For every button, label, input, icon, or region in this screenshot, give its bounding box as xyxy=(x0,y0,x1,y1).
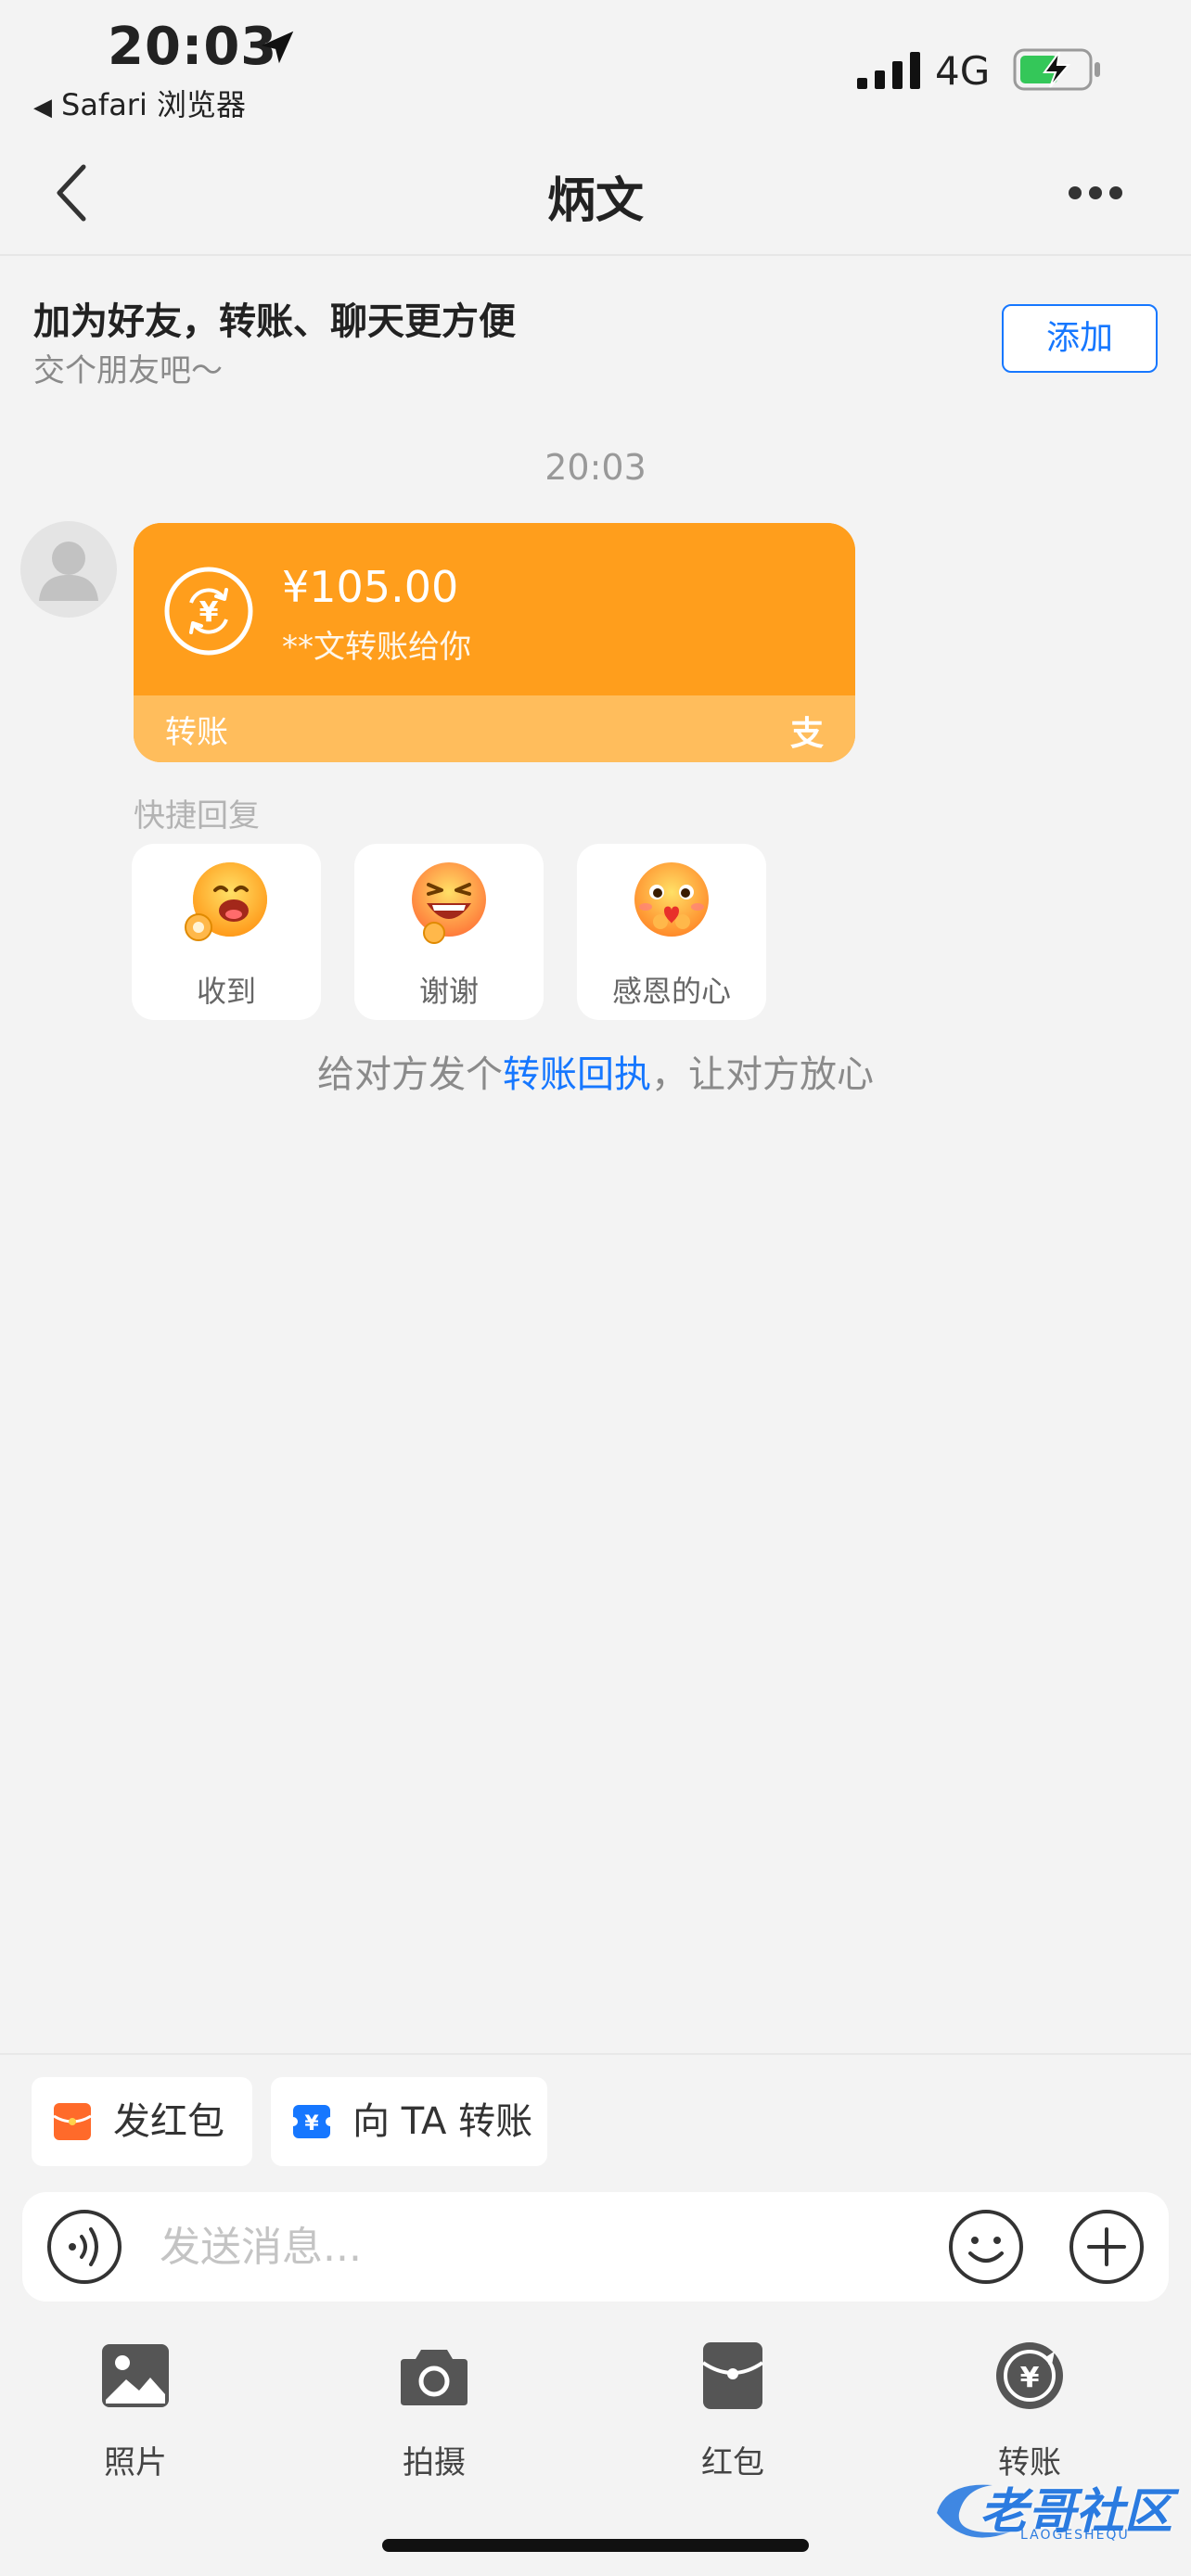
back-to-app-link[interactable]: ◀ Safari 浏览器 xyxy=(33,82,246,124)
red-packet-icon xyxy=(701,2342,764,2409)
laughing-emoji-icon xyxy=(412,862,486,944)
transfer-yuan-icon: ¥ xyxy=(164,567,253,656)
camera-icon xyxy=(401,2350,467,2405)
tool-red-packet[interactable]: 红包 xyxy=(659,2339,807,2496)
transfer-card-footer: 转账 支 xyxy=(134,695,855,762)
ok-hand-emoji-icon xyxy=(185,862,267,941)
plus-icon[interactable] xyxy=(1067,2207,1146,2287)
network-type: 4G xyxy=(935,48,991,94)
avatar[interactable] xyxy=(20,521,117,618)
transfer-message-card[interactable]: ¥ ¥105.00 **文转账给你 转账 支 xyxy=(134,523,855,762)
quick-reply-thanks[interactable]: 谢谢 xyxy=(354,844,544,1020)
watermark-subtext: LAOGESHEQU xyxy=(1020,2528,1130,2543)
quick-reply-received[interactable]: 收到 xyxy=(132,844,321,1020)
svg-text:¥: ¥ xyxy=(199,596,219,629)
cellular-signal-icon xyxy=(857,52,920,89)
quick-reply-label: 谢谢 xyxy=(418,974,479,1009)
transfer-to-ta-chip[interactable]: ¥ 向 TA 转账 xyxy=(271,2077,547,2166)
status-bar: 20:03 ◀ Safari 浏览器 4G xyxy=(0,0,1191,130)
transfer-receipt-link[interactable]: 转账回执 xyxy=(503,1053,651,1096)
quick-reply-title: 快捷回复 xyxy=(134,797,260,835)
add-friend-banner: 加为好友，转账、聊天更方便 交个朋友吧～ 添加 xyxy=(0,256,1191,404)
page-title: 炳文 xyxy=(546,173,644,229)
message-input[interactable] xyxy=(160,2211,902,2283)
tool-photo[interactable]: 照片 xyxy=(61,2339,210,2496)
transfer-receipt-tip: 给对方发个转账回执，让对方放心 xyxy=(0,1044,1191,1098)
tool-label: 照片 xyxy=(104,2444,167,2481)
add-friend-title: 加为好友，转账、聊天更方便 xyxy=(33,300,516,343)
tool-camera[interactable]: 拍摄 xyxy=(360,2339,508,2496)
receipt-tip-suffix: ，让对方放心 xyxy=(651,1053,874,1096)
transfer-label: 转账 xyxy=(165,714,228,751)
quick-reply-label: 收到 xyxy=(196,974,256,1009)
send-red-packet-label: 发红包 xyxy=(113,2100,224,2143)
back-triangle-icon: ◀ xyxy=(33,94,52,121)
tool-label: 拍摄 xyxy=(403,2444,466,2481)
transfer-card-body: ¥ ¥105.00 **文转账给你 xyxy=(134,523,855,695)
transfer-ticket-icon: ¥ xyxy=(291,2105,332,2138)
more-options-icon[interactable] xyxy=(1067,176,1124,210)
message-composer xyxy=(22,2192,1169,2302)
red-packet-icon xyxy=(53,2103,92,2140)
transfer-to-ta-label: 向 TA 转账 xyxy=(352,2100,533,2143)
location-arrow-icon xyxy=(261,31,294,64)
svg-text:¥: ¥ xyxy=(304,2112,319,2136)
status-time: 20:03 xyxy=(108,17,278,77)
transfer-amount: ¥105.00 xyxy=(282,562,459,612)
default-user-icon xyxy=(39,542,98,601)
quick-reply-label: 感恩的心 xyxy=(611,974,731,1009)
send-red-packet-chip[interactable]: 发红包 xyxy=(32,2077,252,2166)
transfer-description: **文转账给你 xyxy=(282,629,471,666)
receipt-tip-prefix: 给对方发个 xyxy=(317,1053,503,1096)
message-timestamp: 20:03 xyxy=(544,447,647,488)
emoji-icon[interactable] xyxy=(946,2207,1026,2287)
nav-bar: 炳文 xyxy=(0,130,1191,256)
back-app-label: Safari 浏览器 xyxy=(61,87,247,122)
voice-input-icon[interactable] xyxy=(45,2207,124,2287)
add-friend-subtitle: 交个朋友吧～ xyxy=(33,352,223,389)
tool-label: 红包 xyxy=(701,2444,764,2481)
quick-reply-grateful[interactable]: 感恩的心 xyxy=(577,844,766,1020)
transfer-icon: ¥ xyxy=(996,2342,1063,2409)
add-friend-button[interactable]: 添加 xyxy=(1002,304,1158,373)
battery-charging-icon xyxy=(1013,48,1100,91)
photo-icon xyxy=(102,2344,169,2407)
svg-text:¥: ¥ xyxy=(1020,2362,1040,2394)
shortcut-chips: 发红包 ¥ 向 TA 转账 xyxy=(0,2053,1191,2188)
grateful-emoji-icon xyxy=(634,862,709,937)
home-indicator[interactable] xyxy=(382,2539,809,2552)
alipay-logo-icon: 支 xyxy=(789,715,824,753)
watermark-logo: 老哥社区 LAOGESHEQU xyxy=(928,2467,1178,2550)
